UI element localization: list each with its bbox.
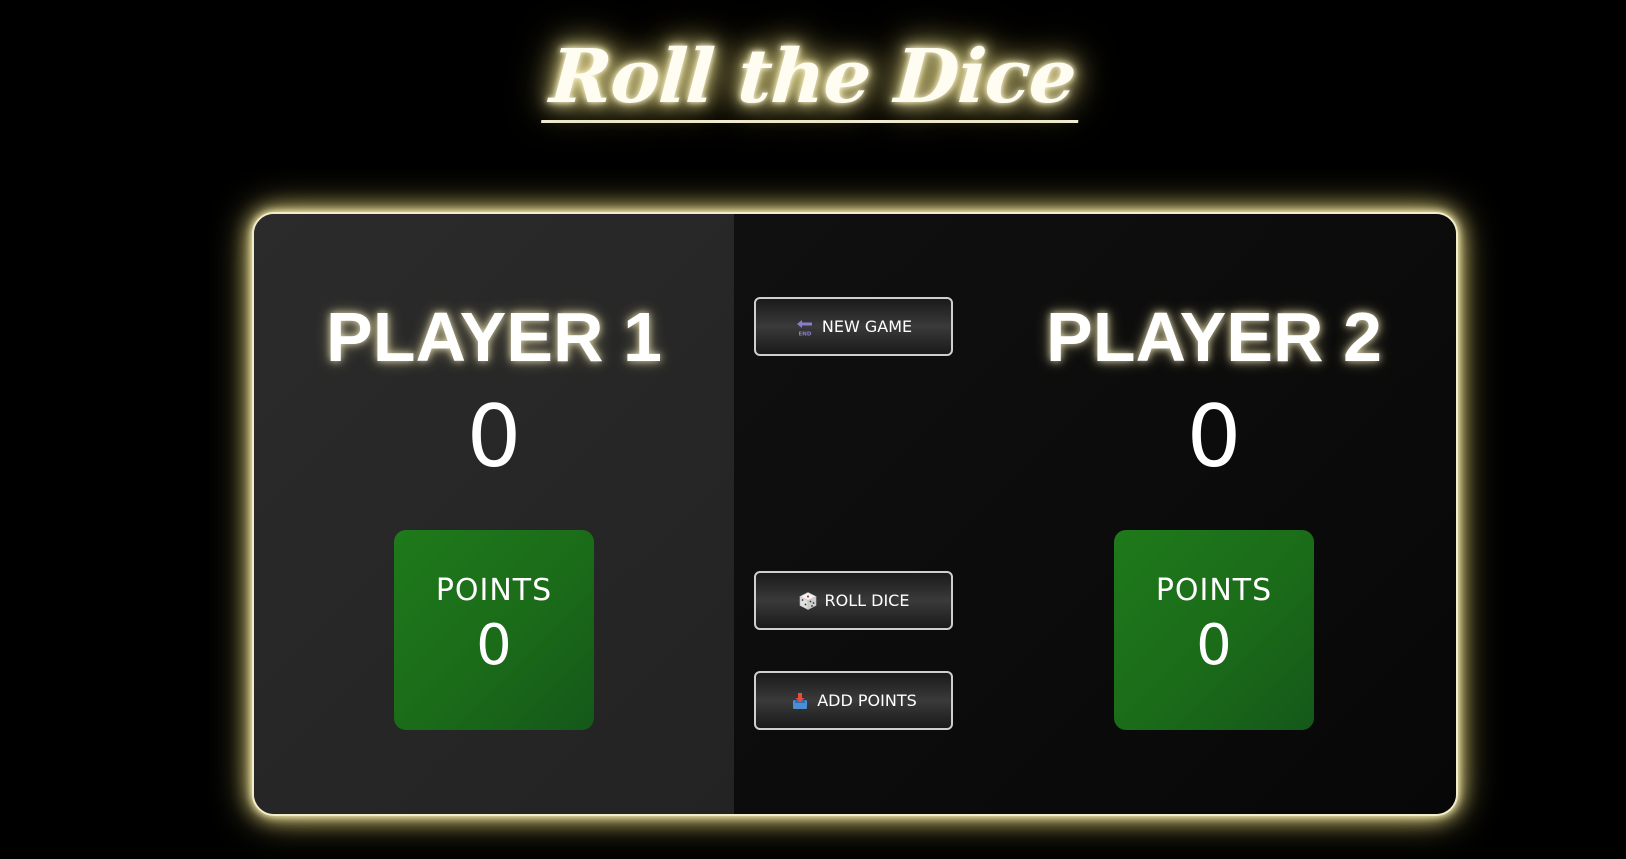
player-2-points-box: POINTS 0: [1114, 530, 1314, 730]
player-2-name: PLAYER 2: [1046, 298, 1382, 376]
game-title: Roll the Dice: [541, 34, 1085, 123]
player-1-info: PLAYER 1 0: [254, 302, 734, 480]
dice-icon: [798, 591, 818, 611]
add-points-label: ADD POINTS: [817, 691, 917, 710]
roll-dice-label: ROLL DICE: [824, 591, 910, 610]
add-points-button[interactable]: ADD POINTS: [754, 671, 953, 730]
game-board: PLAYER 1 0 PLAYER 2 0 POINTS 0 POINTS 0 …: [252, 212, 1458, 816]
player-1-points-box: POINTS 0: [394, 530, 594, 730]
new-game-label: NEW GAME: [821, 317, 913, 336]
player-2-score: 0: [1186, 387, 1242, 487]
svg-text:END: END: [798, 331, 811, 337]
player-1-name: PLAYER 1: [326, 298, 662, 376]
player-1-points-value: 0: [476, 613, 512, 678]
player-2-info: PLAYER 2 0: [974, 302, 1454, 480]
player-2-points-value: 0: [1196, 613, 1232, 678]
inbox-tray-icon: [790, 691, 810, 711]
new-game-button[interactable]: END NEW GAME: [754, 297, 953, 356]
player-2-points-label: POINTS: [1155, 573, 1273, 608]
title-container: Roll the Dice: [0, 34, 1626, 123]
roll-dice-button[interactable]: ROLL DICE: [754, 571, 953, 630]
end-arrow-icon: END: [795, 317, 815, 337]
player-1-score: 0: [466, 387, 522, 487]
game-page: Roll the Dice PLAYER 1 0 PLAYER 2 0 POIN…: [0, 0, 1626, 859]
player-1-points-label: POINTS: [435, 573, 553, 608]
